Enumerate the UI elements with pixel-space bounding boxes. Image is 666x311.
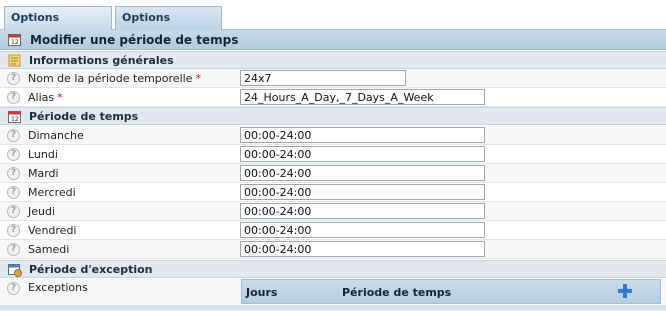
section-time-period: 12 Période de temps [0,107,666,125]
calendar-icon: 12 [8,110,21,126]
section-title: Informations générales [29,54,174,67]
help-icon[interactable]: ? [7,186,20,199]
monday-field[interactable] [240,146,485,162]
day-label: Samedi [28,243,70,256]
name-field[interactable] [240,70,406,86]
help-icon[interactable]: ? [7,282,20,295]
saturday-field[interactable] [240,241,485,257]
day-row-wednesday: ? Mercredi [0,183,666,202]
help-icon[interactable]: ? [7,72,20,85]
footer-strip [0,305,666,311]
add-exception-button[interactable] [618,284,632,298]
section-general-info: Informations générales [0,51,666,69]
svg-text:12: 12 [11,116,19,123]
tab-bar: Options basiques Options avancées [0,0,666,46]
column-header-time-period: Période de temps [342,286,452,299]
section-title: Période d'exception [29,263,153,276]
tab-basic-options[interactable]: Options basiques [4,6,112,46]
wednesday-field[interactable] [240,184,485,200]
day-row-saturday: ? Samedi [0,240,666,259]
exceptions-label: Exceptions [28,281,88,294]
field-label: Nom de la période temporelle * [28,72,201,85]
day-row-sunday: ? Dimanche [0,126,666,145]
day-label: Dimanche [28,129,84,142]
alias-field[interactable] [240,89,485,105]
day-label: Lundi [28,148,58,161]
exceptions-table-header: Jours Période de temps [241,279,661,304]
help-icon[interactable]: ? [7,243,20,256]
day-label: Vendredi [28,224,77,237]
help-icon[interactable]: ? [7,129,20,142]
help-icon[interactable]: ? [7,91,20,104]
help-icon[interactable]: ? [7,205,20,218]
form-title-bar: 12 Modifier une période de temps [0,30,666,50]
calendar-exception-icon [8,263,22,280]
section-title: Période de temps [29,110,139,123]
help-icon[interactable]: ? [7,148,20,161]
day-row-tuesday: ? Mardi [0,164,666,183]
thursday-field[interactable] [240,203,485,219]
column-header-days: Jours [246,286,278,299]
svg-text:12: 12 [11,39,19,46]
day-row-thursday: ? Jeudi [0,202,666,221]
day-row-monday: ? Lundi [0,145,666,164]
form-title: Modifier une période de temps [30,33,239,47]
section-exception-period: Période d'exception [0,260,666,278]
field-row-name: ? Nom de la période temporelle * [0,69,666,88]
friday-field[interactable] [240,222,485,238]
day-label: Jeudi [28,205,56,218]
field-row-alias: ? Alias * [0,88,666,107]
tab-advanced-options[interactable]: Options avancées [115,6,222,46]
notes-icon [8,54,21,70]
day-label: Mardi [28,167,59,180]
sunday-field[interactable] [240,127,485,143]
day-label: Mercredi [28,186,76,199]
tuesday-field[interactable] [240,165,485,181]
field-label: Alias * [28,91,63,104]
help-icon[interactable]: ? [7,167,20,180]
calendar-icon: 12 [8,33,21,49]
day-row-friday: ? Vendredi [0,221,666,240]
help-icon[interactable]: ? [7,224,20,237]
